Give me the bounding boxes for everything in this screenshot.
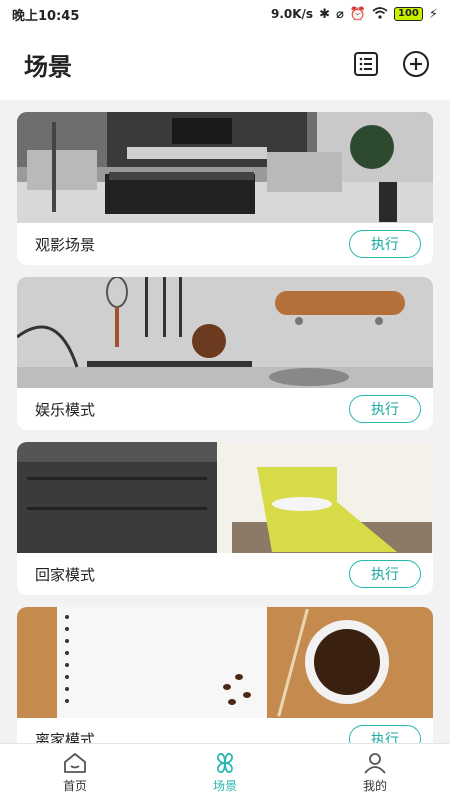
scene-footer: 娱乐模式 执行 <box>17 388 433 430</box>
header-actions <box>352 50 430 78</box>
bottom-nav: 首页 场景 我的 <box>0 743 450 800</box>
scene-image-bedroom <box>17 442 433 553</box>
battery-icon: 100 <box>393 7 423 21</box>
scene-footer: 回家模式 执行 <box>17 553 433 595</box>
app-header: 场景 <box>0 28 450 100</box>
wifi-icon <box>372 6 388 22</box>
scene-image-coffee <box>17 607 433 718</box>
scene-footer: 离家模式 执行 <box>17 718 433 743</box>
scene-list[interactable]: 观影场景 执行 娱乐模式 执行 回家模式 执行 离家模式 执行 <box>0 100 450 743</box>
scene-card-home[interactable]: 回家模式 执行 <box>17 442 433 595</box>
home-icon <box>64 752 86 773</box>
run-scene-button[interactable]: 执行 <box>349 230 421 258</box>
nav-item-scene[interactable]: 场景 <box>150 744 300 800</box>
scene-name: 观影场景 <box>35 235 96 254</box>
nav-label: 我的 <box>362 778 387 793</box>
scene-card-away[interactable]: 离家模式 执行 <box>17 607 433 743</box>
alarm-icon: ⏰ <box>349 6 366 22</box>
scene-name: 娱乐模式 <box>35 400 96 419</box>
plus-icon <box>403 51 429 77</box>
status-time: 晚上10:45 <box>12 8 80 24</box>
scene-card-entertainment[interactable]: 娱乐模式 执行 <box>17 277 433 430</box>
run-scene-button[interactable]: 执行 <box>349 560 421 588</box>
add-scene-button[interactable] <box>402 50 430 78</box>
battery-level: 100 <box>397 8 419 19</box>
page-title: 场景 <box>24 52 72 81</box>
nav-item-home[interactable]: 首页 <box>0 744 150 800</box>
scene-footer: 观影场景 执行 <box>17 223 433 265</box>
nav-label: 场景 <box>212 778 237 793</box>
scene-name: 离家模式 <box>35 730 96 744</box>
nav-item-profile[interactable]: 我的 <box>300 744 450 800</box>
status-bar: 晚上10:45 9.0K/s ✱ ⌀ ⏰ 100 ⚡ <box>0 0 450 28</box>
run-scene-button[interactable]: 执行 <box>349 725 421 743</box>
scene-name: 回家模式 <box>35 565 96 584</box>
network-speed: 9.0K/s <box>270 7 314 21</box>
scene-image-living-room <box>17 112 433 223</box>
list-button[interactable] <box>352 50 380 78</box>
nav-label: 首页 <box>62 778 87 793</box>
bluetooth-icon: ✱ <box>319 6 330 22</box>
scene-image-sports <box>17 277 433 388</box>
status-icons: 9.0K/s ✱ ⌀ ⏰ 100 ⚡ <box>270 6 438 22</box>
mute-icon: ⌀ <box>335 6 344 22</box>
scene-icon <box>217 752 233 773</box>
scene-card-movie[interactable]: 观影场景 执行 <box>17 112 433 265</box>
run-scene-button[interactable]: 执行 <box>349 395 421 423</box>
list-icon <box>354 52 378 76</box>
profile-icon <box>364 752 386 774</box>
charging-icon: ⚡ <box>428 6 438 22</box>
